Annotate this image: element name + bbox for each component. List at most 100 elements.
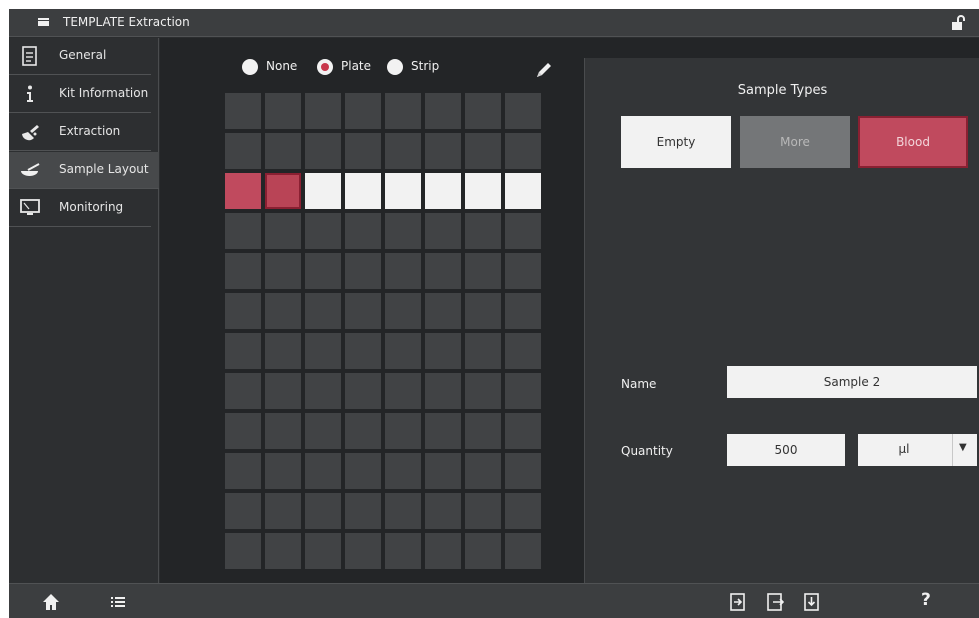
plate-well[interactable] — [265, 493, 301, 529]
plate-well[interactable] — [465, 173, 501, 209]
plate-well-selected[interactable] — [265, 173, 301, 209]
sidebar-item-sample-layout[interactable]: Sample Layout — [9, 152, 159, 189]
plate-well[interactable] — [345, 133, 381, 169]
plate-well[interactable] — [345, 253, 381, 289]
plate-well[interactable] — [265, 453, 301, 489]
plate-well[interactable] — [465, 213, 501, 249]
plate-well[interactable] — [385, 453, 421, 489]
plate-well[interactable] — [505, 293, 541, 329]
plate-well[interactable] — [305, 133, 341, 169]
plate-well[interactable] — [305, 173, 341, 209]
plate-well[interactable] — [465, 93, 501, 129]
plate-well[interactable] — [505, 213, 541, 249]
plate-well[interactable] — [505, 453, 541, 489]
plate-well[interactable] — [385, 493, 421, 529]
plate-well[interactable] — [305, 93, 341, 129]
plate-well[interactable] — [345, 293, 381, 329]
unlock-icon[interactable] — [952, 15, 966, 31]
plate-well[interactable] — [225, 213, 261, 249]
plate-well[interactable] — [505, 493, 541, 529]
plate-well[interactable] — [225, 293, 261, 329]
help-button[interactable]: ? — [921, 590, 931, 610]
plate-well[interactable] — [505, 333, 541, 369]
pen-icon[interactable] — [534, 60, 554, 80]
plate-well[interactable] — [385, 93, 421, 129]
plate-well[interactable] — [225, 493, 261, 529]
plate-well[interactable] — [345, 493, 381, 529]
plate-well[interactable] — [225, 373, 261, 409]
plate-well[interactable] — [505, 253, 541, 289]
name-field[interactable]: Sample 2 — [727, 366, 977, 398]
plate-well[interactable] — [345, 533, 381, 569]
plate-well[interactable] — [425, 133, 461, 169]
plate-well[interactable] — [425, 173, 461, 209]
plate-well[interactable] — [345, 213, 381, 249]
plate-well[interactable] — [385, 333, 421, 369]
plate-well[interactable] — [305, 533, 341, 569]
plate-well[interactable] — [225, 253, 261, 289]
plate-well[interactable] — [505, 373, 541, 409]
plate-well[interactable] — [385, 173, 421, 209]
plate-well[interactable] — [345, 173, 381, 209]
plate-well[interactable] — [225, 533, 261, 569]
plate-well[interactable] — [385, 253, 421, 289]
plate-well[interactable] — [225, 453, 261, 489]
plate-well[interactable] — [385, 293, 421, 329]
plate-well[interactable] — [385, 133, 421, 169]
plate-well[interactable] — [505, 133, 541, 169]
export-icon[interactable] — [766, 593, 784, 611]
plate-well[interactable] — [345, 453, 381, 489]
plate-well[interactable] — [385, 213, 421, 249]
plate-well[interactable] — [465, 453, 501, 489]
plate-well[interactable] — [425, 293, 461, 329]
plate-well[interactable] — [425, 413, 461, 449]
sample-type-empty-button[interactable]: Empty — [621, 116, 731, 168]
plate-well[interactable] — [505, 533, 541, 569]
plate-well[interactable] — [425, 93, 461, 129]
sidebar-item-monitoring[interactable]: Monitoring — [9, 190, 151, 227]
plate-well[interactable] — [425, 373, 461, 409]
download-icon[interactable] — [803, 593, 821, 611]
plate-well[interactable] — [305, 453, 341, 489]
plate-well[interactable] — [345, 413, 381, 449]
plate-well[interactable] — [265, 333, 301, 369]
sample-type-blood-button[interactable]: Blood — [858, 116, 968, 168]
plate-well[interactable] — [265, 253, 301, 289]
sidebar-item-extraction[interactable]: Extraction — [9, 114, 151, 151]
unit-select[interactable]: µl ▼ — [858, 434, 977, 466]
plate-well[interactable] — [505, 413, 541, 449]
plate-well[interactable] — [465, 413, 501, 449]
plate-well[interactable] — [225, 93, 261, 129]
plate-well[interactable] — [265, 533, 301, 569]
plate-well[interactable] — [225, 413, 261, 449]
plate-well[interactable] — [505, 93, 541, 129]
plate-well[interactable] — [265, 213, 301, 249]
plate-well[interactable] — [465, 293, 501, 329]
sample-type-more-button[interactable]: More — [740, 116, 850, 168]
plate-well[interactable] — [465, 493, 501, 529]
import-icon[interactable] — [729, 593, 747, 611]
plate-well[interactable] — [425, 333, 461, 369]
sidebar-item-general[interactable]: General — [9, 38, 151, 75]
plate-well[interactable] — [265, 133, 301, 169]
plate-well[interactable] — [425, 213, 461, 249]
plate-well[interactable] — [265, 93, 301, 129]
home-icon[interactable] — [42, 593, 60, 611]
plate-well[interactable] — [425, 453, 461, 489]
plate-well[interactable] — [305, 413, 341, 449]
plate-well[interactable] — [465, 133, 501, 169]
plate-well[interactable] — [225, 133, 261, 169]
plate-well[interactable] — [385, 373, 421, 409]
plate-well[interactable] — [425, 533, 461, 569]
plate-well[interactable] — [505, 173, 541, 209]
plate-well[interactable] — [345, 373, 381, 409]
plate-well[interactable] — [345, 333, 381, 369]
list-icon[interactable] — [109, 593, 127, 611]
plate-well[interactable] — [425, 253, 461, 289]
plate-well[interactable] — [385, 413, 421, 449]
plate-well[interactable] — [225, 173, 261, 209]
plate-well[interactable] — [225, 333, 261, 369]
plate-well[interactable] — [385, 533, 421, 569]
quantity-field[interactable]: 500 — [727, 434, 845, 466]
plate-well[interactable] — [465, 373, 501, 409]
